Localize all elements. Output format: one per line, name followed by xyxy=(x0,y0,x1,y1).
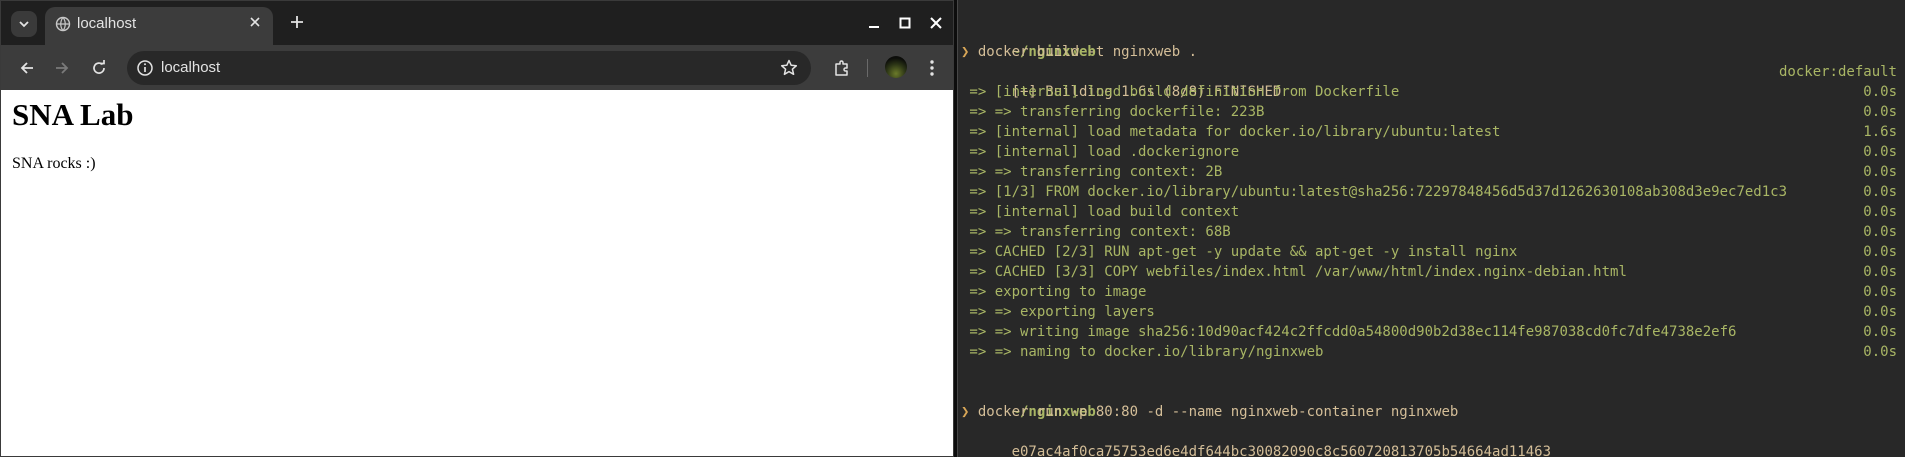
build-step-text: => => exporting layers xyxy=(961,304,1155,320)
build-step-line: => => transferring context: 68B 0.0s xyxy=(961,222,1901,242)
build-step-line: => [1/3] FROM docker.io/library/ubuntu:l… xyxy=(961,182,1901,202)
build-step-text: => [internal] load .dockerignore xyxy=(961,144,1240,160)
tab-search-button[interactable] xyxy=(11,11,37,37)
build-step-text: => CACHED [2/3] RUN apt-get -y update &&… xyxy=(961,244,1518,260)
build-step-time: 0.0s xyxy=(1863,184,1897,200)
build-step-time: 0.0s xyxy=(1863,144,1897,160)
build-step-text: => [internal] load build definition from… xyxy=(961,84,1400,100)
build-step-line: => => writing image sha256:10d90acf424c2… xyxy=(961,322,1901,342)
build-step-time: 0.0s xyxy=(1863,224,1897,240)
build-header-line: [+] Building 1.6s (8/8) FINISHED docker:… xyxy=(961,62,1901,100)
back-button[interactable] xyxy=(12,53,42,83)
build-step-text: => => transferring context: 68B xyxy=(961,224,1231,240)
build-step-text: => [internal] load metadata for docker.i… xyxy=(961,124,1501,140)
tab-close-button[interactable] xyxy=(245,14,265,34)
build-step-time: 0.0s xyxy=(1863,204,1897,220)
plus-icon xyxy=(291,16,303,28)
build-step-line: => [internal] load .dockerignore 0.0s xyxy=(961,142,1901,162)
globe-icon xyxy=(55,16,71,32)
build-step-time: 0.0s xyxy=(1863,324,1897,340)
tab-title: localhost xyxy=(77,15,137,32)
build-step-text: => => transferring context: 2B xyxy=(961,164,1223,180)
build-step-text: => => writing image sha256:10d90acf424c2… xyxy=(961,324,1737,340)
prompt-arrow: ❯ xyxy=(961,44,970,60)
container-id-line: e07ac4af0ca75753ed6e4df644bc30082090c8c5… xyxy=(961,422,1901,457)
minimize-icon xyxy=(869,26,879,28)
build-step-line: => exporting to image 0.0s xyxy=(961,282,1901,302)
terminal-output: ~/nginxweb ❯ docker build -t nginxweb . … xyxy=(961,22,1901,457)
more-vertical-icon xyxy=(930,60,934,76)
build-step-time: 0.0s xyxy=(1863,244,1897,260)
build-steps: => [internal] load build definition from… xyxy=(961,82,1901,362)
command-line: ❯ docker build -t nginxweb . xyxy=(961,42,1901,62)
url-text[interactable]: localhost xyxy=(161,59,220,76)
toolbar-separator xyxy=(867,59,868,77)
minimize-button[interactable] xyxy=(861,11,887,35)
profile-avatar[interactable] xyxy=(885,56,907,78)
builder-name: docker:default xyxy=(1778,64,1897,80)
page-heading: SNA Lab xyxy=(12,97,134,132)
build-step-line: => [internal] load build definition from… xyxy=(961,82,1901,102)
prompt-directory-line: ~/nginxweb xyxy=(961,382,1901,420)
build-step-time: 0.0s xyxy=(1863,284,1897,300)
forward-button[interactable] xyxy=(47,53,77,83)
bookmark-star-icon[interactable] xyxy=(779,58,799,78)
address-bar[interactable]: localhost xyxy=(127,51,811,85)
menu-button[interactable] xyxy=(919,55,945,81)
close-icon xyxy=(930,17,942,29)
reload-icon xyxy=(93,60,105,74)
build-step-line: => CACHED [3/3] COPY webfiles/index.html… xyxy=(961,262,1901,282)
browser-window: localhost localhost SNA Lab SNA rocks:) xyxy=(0,0,954,457)
build-step-text: => => naming to docker.io/library/nginxw… xyxy=(961,344,1324,360)
command-text: docker build -t nginxweb . xyxy=(977,44,1198,60)
build-step-line: => => transferring dockerfile: 223B 0.0s xyxy=(961,102,1901,122)
reload-button[interactable] xyxy=(84,53,114,83)
browser-tab[interactable]: localhost xyxy=(45,7,273,45)
chevron-down-icon xyxy=(19,21,29,28)
extensions-button[interactable] xyxy=(829,55,855,81)
build-step-line: => => naming to docker.io/library/nginxw… xyxy=(961,342,1901,362)
maximize-icon xyxy=(899,17,911,29)
page-paragraph: SNA rocks :) xyxy=(12,155,96,172)
build-step-line: => CACHED [2/3] RUN apt-get -y update &&… xyxy=(961,242,1901,262)
terminal-window[interactable]: ~/nginxweb ❯ docker build -t nginxweb . … xyxy=(957,0,1905,457)
prompt-arrow: ❯ xyxy=(961,404,970,420)
build-step-text: => => transferring dockerfile: 223B xyxy=(961,104,1265,120)
command-text: docker run -p 80:80 -d --name nginxweb-c… xyxy=(977,404,1459,420)
build-step-line: => => transferring context: 2B 0.0s xyxy=(961,162,1901,182)
window-close-button[interactable] xyxy=(923,11,949,35)
build-step-time: 0.0s xyxy=(1863,344,1897,360)
command-line: ❯ docker run -p 80:80 -d --name nginxweb… xyxy=(961,402,1901,422)
build-step-line: => [internal] load build context 0.0s xyxy=(961,202,1901,222)
build-step-text: => [internal] load build context xyxy=(961,204,1240,220)
puzzle-icon xyxy=(835,60,848,76)
prompt-directory-line: ~/nginxweb xyxy=(961,22,1901,60)
arrow-right-icon xyxy=(56,62,69,74)
maximize-button[interactable] xyxy=(892,11,918,35)
build-step-text: => exporting to image xyxy=(961,284,1147,300)
build-step-text: => CACHED [3/3] COPY webfiles/index.html… xyxy=(961,264,1627,280)
page-content: SNA Lab SNA rocks :) xyxy=(1,90,953,456)
close-icon xyxy=(250,17,260,27)
browser-toolbar: localhost xyxy=(1,45,953,90)
build-step-time: 0.0s xyxy=(1863,104,1897,120)
tab-strip: localhost xyxy=(1,1,953,45)
arrow-left-icon xyxy=(20,62,33,74)
container-id: e07ac4af0ca75753ed6e4df644bc30082090c8c5… xyxy=(1011,444,1552,457)
build-step-time: 0.0s xyxy=(1863,264,1897,280)
build-step-line: => [internal] load metadata for docker.i… xyxy=(961,122,1901,142)
site-info-icon[interactable] xyxy=(135,58,155,78)
build-step-time: 0.0s xyxy=(1863,164,1897,180)
build-step-line: => => exporting layers 0.0s xyxy=(961,302,1901,322)
build-step-time: 0.0s xyxy=(1863,304,1897,320)
build-step-text: => [1/3] FROM docker.io/library/ubuntu:l… xyxy=(961,184,1788,200)
build-step-time: 0.0s xyxy=(1863,84,1897,100)
build-step-time: 1.6s xyxy=(1863,124,1897,140)
new-tab-button[interactable] xyxy=(284,10,310,36)
